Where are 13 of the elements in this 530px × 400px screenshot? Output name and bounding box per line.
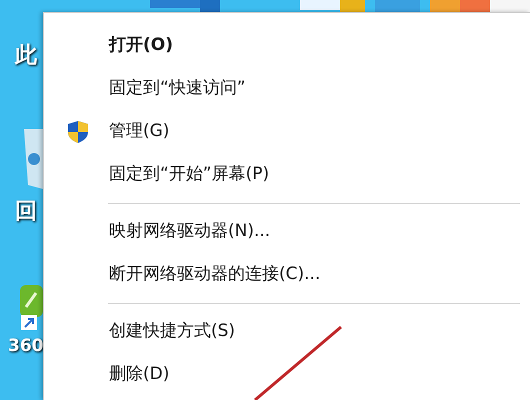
shield-icon [67, 120, 89, 144]
desktop-icon-label: 此 [15, 45, 37, 67]
menu-item[interactable]: 删除(D) [44, 353, 530, 396]
menu-item[interactable]: 断开网络驱动器的连接(C)... [44, 253, 530, 296]
recycle-bin-icon [22, 129, 43, 189]
menu-item[interactable]: 映射网络驱动器(N)... [44, 210, 530, 253]
menu-item[interactable]: 固定到“开始”屏幕(P) [44, 153, 530, 196]
menu-item[interactable]: 打开(O) [44, 24, 530, 67]
desktop-icon-label: 回 [15, 201, 37, 223]
menu-item[interactable]: 创建快捷方式(S) [44, 310, 530, 353]
menu-item[interactable]: 固定到“快速访问” [44, 67, 530, 110]
menu-item[interactable]: 管理(G) [44, 110, 530, 153]
desktop-icon-label: 360 [8, 338, 44, 355]
